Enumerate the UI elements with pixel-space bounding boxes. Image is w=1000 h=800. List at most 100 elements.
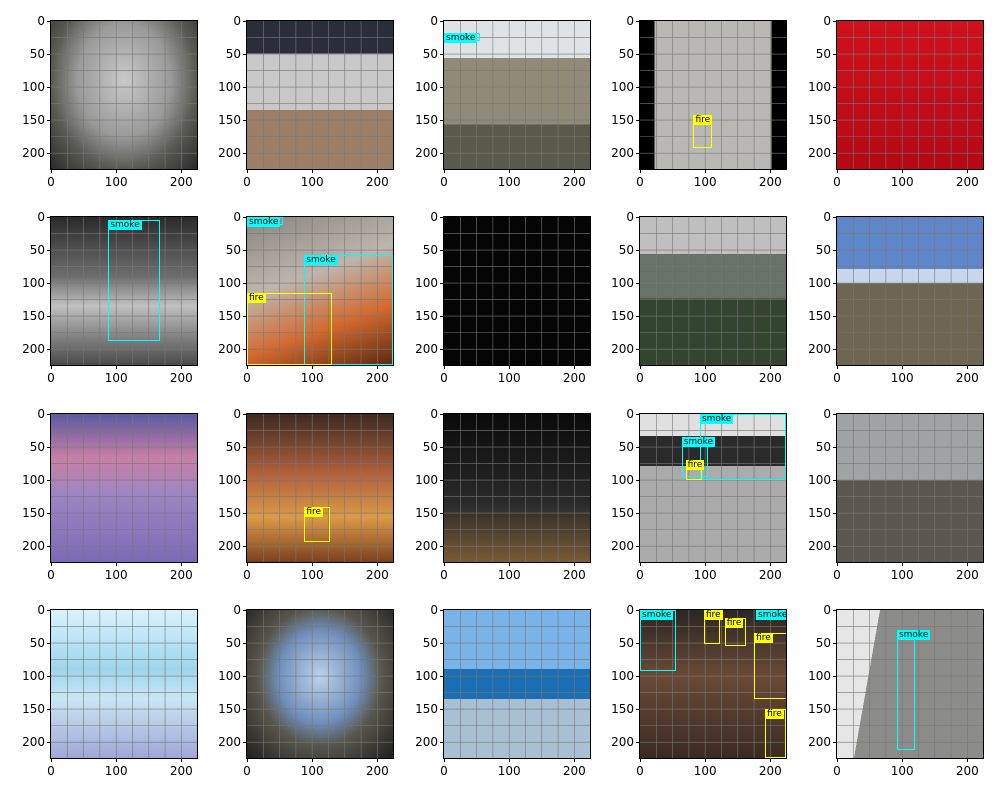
x-tick-label: 100	[104, 371, 128, 385]
x-tick-mark	[705, 365, 707, 369]
x-tick-label: 200	[365, 175, 389, 189]
image-panel: smoke 0 50 100 150 200 0 100 200	[0, 196, 198, 392]
x-tick-mark	[444, 562, 445, 566]
y-tick-label: 100	[415, 669, 438, 684]
y-tick-mark	[47, 250, 51, 252]
image-panel: 0 50 100 150 200 0 100 200	[0, 393, 198, 589]
y-tick-label: 150	[611, 113, 634, 128]
image-axes	[443, 609, 591, 759]
x-tick-label: 0	[833, 371, 841, 385]
image-panel: smoke 0 50 100 150 200 0 100 200	[393, 0, 591, 196]
y-tick-mark	[243, 153, 247, 155]
y-tick-mark	[636, 21, 640, 22]
y-tick-label: 200	[415, 342, 438, 357]
x-tick-label: 0	[243, 371, 251, 385]
y-tick-label: 50	[225, 636, 241, 651]
image-axes	[836, 216, 984, 366]
y-tick-label: 100	[808, 276, 831, 291]
image-panel: smoke smoke fire 0 50 100 150 200 0 100 200	[589, 393, 787, 589]
y-tick-label: 100	[218, 80, 241, 95]
y-tick-label: 200	[22, 342, 45, 357]
y-tick-label: 150	[808, 113, 831, 128]
y-tick-label: 200	[415, 735, 438, 750]
y-tick-mark	[833, 513, 837, 515]
x-tick-mark	[574, 758, 576, 762]
y-tick-mark	[833, 120, 837, 122]
x-tick-mark	[509, 365, 511, 369]
x-tick-mark	[247, 169, 248, 173]
y-tick-mark	[47, 447, 51, 449]
x-tick-label: 200	[955, 175, 979, 189]
y-tick-mark	[833, 414, 837, 415]
x-tick-mark	[377, 758, 379, 762]
y-tick-label: 150	[415, 506, 438, 521]
y-tick-label: 100	[611, 80, 634, 95]
x-tick-mark	[377, 365, 379, 369]
y-tick-mark	[636, 153, 640, 155]
x-tick-mark	[51, 562, 52, 566]
y-tick-label: 200	[611, 342, 634, 357]
y-tick-label: 0	[626, 407, 634, 421]
y-tick-mark	[243, 250, 247, 252]
x-tick-label: 0	[47, 175, 55, 189]
y-tick-label: 50	[815, 243, 831, 258]
y-tick-label: 100	[611, 473, 634, 488]
y-tick-mark	[833, 610, 837, 611]
y-tick-label: 150	[218, 113, 241, 128]
y-tick-label: 50	[29, 47, 45, 62]
image-axes: fire	[639, 20, 787, 170]
y-tick-mark	[243, 349, 247, 351]
y-tick-label: 50	[29, 440, 45, 455]
y-tick-label: 0	[626, 210, 634, 224]
x-tick-label: 0	[636, 371, 644, 385]
y-tick-mark	[47, 21, 51, 22]
y-tick-label: 200	[808, 146, 831, 161]
y-tick-label: 200	[415, 146, 438, 161]
x-tick-label: 100	[693, 764, 717, 778]
y-tick-label: 200	[808, 539, 831, 554]
y-tick-mark	[440, 316, 444, 318]
y-tick-label: 50	[225, 440, 241, 455]
image-panel: 0 50 100 150 200 0 100 200	[196, 589, 394, 785]
y-tick-mark	[833, 546, 837, 548]
scene-image	[247, 610, 393, 758]
fire-label: fire	[765, 709, 784, 720]
y-tick-mark	[47, 414, 51, 415]
y-tick-mark	[47, 283, 51, 285]
smoke-label: smoke	[896, 629, 931, 640]
y-tick-mark	[636, 709, 640, 711]
image-panel: fire 0 50 100 150 200 0 100 200	[589, 0, 787, 196]
x-tick-label: 0	[47, 764, 55, 778]
image-panel: 0 50 100 150 200 0 100 200	[0, 0, 198, 196]
y-tick-mark	[833, 742, 837, 744]
y-tick-label: 50	[225, 47, 241, 62]
x-tick-mark	[640, 758, 641, 762]
image-axes	[50, 609, 198, 759]
x-tick-mark	[444, 758, 445, 762]
y-tick-label: 150	[415, 309, 438, 324]
x-tick-label: 100	[890, 764, 914, 778]
fire-label: fire	[247, 292, 266, 303]
y-tick-label: 0	[430, 603, 438, 617]
image-axes: smoke	[50, 216, 198, 366]
y-tick-label: 0	[233, 407, 241, 421]
y-tick-mark	[440, 21, 444, 22]
x-tick-label: 0	[47, 371, 55, 385]
smoke-label: smoke	[699, 414, 734, 424]
x-tick-label: 0	[47, 568, 55, 582]
x-tick-label: 0	[636, 764, 644, 778]
x-tick-mark	[247, 562, 248, 566]
y-tick-mark	[47, 643, 51, 645]
y-tick-label: 200	[808, 342, 831, 357]
y-tick-mark	[440, 250, 444, 252]
y-tick-mark	[636, 87, 640, 89]
y-tick-mark	[243, 316, 247, 318]
x-tick-label: 100	[497, 175, 521, 189]
y-tick-mark	[440, 546, 444, 548]
image-axes: smoke fire fire fire smoke fire	[639, 609, 787, 759]
y-tick-label: 100	[218, 473, 241, 488]
y-tick-label: 100	[22, 669, 45, 684]
x-tick-label: 0	[440, 764, 448, 778]
y-tick-label: 150	[808, 309, 831, 324]
y-tick-label: 150	[22, 702, 45, 717]
